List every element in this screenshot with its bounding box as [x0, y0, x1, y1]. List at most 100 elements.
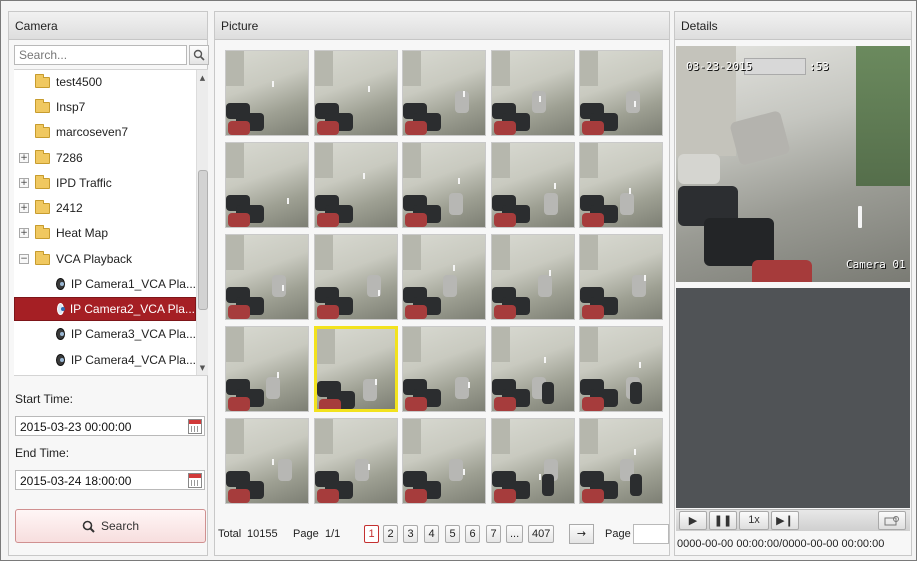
tree-item[interactable]: + IPD Traffic [14, 171, 196, 195]
thumbnail[interactable] [579, 326, 663, 412]
capture-icon [884, 516, 899, 526]
building [226, 235, 244, 270]
thumbnail[interactable] [313, 234, 398, 320]
thumbnail[interactable] [402, 326, 486, 412]
expand-icon[interactable]: + [19, 228, 29, 238]
goto-page-button[interactable]: → [569, 524, 594, 544]
page-button[interactable]: 4 [424, 525, 439, 543]
tree-item[interactable]: + Heat Map [14, 221, 196, 245]
page-button[interactable]: 7 [486, 525, 501, 543]
search-icon [193, 49, 205, 61]
thumbnail[interactable] [225, 418, 309, 504]
car [493, 397, 516, 411]
scroll-up-arrow[interactable]: ▲ [197, 72, 208, 84]
page-button[interactable]: 407 [528, 525, 555, 543]
video-time-overlay: :53 [809, 60, 829, 73]
tree-item[interactable]: +7286 [14, 146, 196, 170]
tree-scroll-thumb[interactable] [198, 170, 208, 310]
camera-search-input[interactable] [14, 45, 187, 65]
tree-item[interactable]: IP Camera4_VCA Pla... [14, 348, 196, 372]
thumbnail[interactable] [490, 326, 575, 412]
expand-icon[interactable]: + [19, 178, 29, 188]
privacy-mask [744, 58, 806, 75]
thumbnail[interactable] [490, 142, 575, 228]
calendar-icon[interactable] [188, 419, 202, 434]
car [541, 474, 554, 496]
thumbnail[interactable] [402, 234, 486, 320]
thumbnail[interactable] [313, 50, 398, 136]
thumbnail[interactable] [579, 50, 663, 136]
page-button[interactable]: 6 [465, 525, 480, 543]
scroll-down-arrow[interactable]: ▼ [197, 362, 208, 374]
expand-icon[interactable]: + [19, 153, 29, 163]
folder-icon [35, 174, 50, 189]
collapse-icon[interactable]: − [19, 254, 29, 264]
page-button[interactable]: 3 [403, 525, 418, 543]
building [403, 327, 421, 362]
thumbnail[interactable] [313, 142, 398, 228]
expand-icon[interactable]: + [19, 203, 29, 213]
tree-item-label: test4500 [56, 75, 103, 89]
camera-icon [56, 328, 65, 340]
building [580, 419, 598, 454]
building [226, 51, 244, 86]
thumbnail[interactable] [313, 418, 398, 504]
tree-item[interactable]: marcoseven7 [14, 120, 196, 144]
thumbnail[interactable] [313, 326, 398, 412]
tree-item[interactable]: +2412 [14, 196, 196, 220]
page-button[interactable]: ... [506, 525, 524, 543]
tree-scrollbar[interactable]: ▲ ▼ [196, 70, 208, 375]
thumbnail[interactable] [225, 234, 309, 320]
play-button[interactable]: ▶ [679, 511, 707, 530]
building [226, 419, 244, 454]
camera-search-button[interactable] [189, 45, 209, 65]
tree-item[interactable]: IP Camera1_VCA Pla... [14, 272, 196, 296]
page-button[interactable]: 1 [364, 525, 379, 543]
car [582, 397, 604, 411]
thumbnail[interactable] [225, 326, 309, 412]
thumbnail[interactable] [579, 234, 663, 320]
thumbnail[interactable] [490, 50, 575, 136]
car [449, 459, 463, 481]
camera-icon [56, 278, 65, 290]
page-button[interactable]: 2 [383, 525, 398, 543]
playback-window[interactable] [676, 288, 910, 508]
tree-item-label: marcoseven7 [56, 125, 129, 139]
pedestrian [277, 372, 279, 378]
tree-item[interactable]: IP Camera2_VCA Pla... [14, 297, 196, 321]
thumbnail[interactable] [579, 142, 663, 228]
thumbnail[interactable] [402, 418, 486, 504]
pedestrian [538, 96, 541, 102]
tree-item[interactable]: Insp7 [14, 95, 196, 119]
video-preview[interactable]: 03-23-2015 :53 Camera 01 [676, 46, 910, 282]
tree-item[interactable]: − VCA Playback [14, 247, 196, 271]
goto-page-input[interactable] [633, 524, 669, 544]
start-time-field[interactable]: 2015-03-23 00:00:00 [15, 416, 205, 436]
thumbnail[interactable] [579, 418, 663, 504]
step-forward-button[interactable]: ▶❙ [771, 511, 799, 530]
calendar-icon[interactable] [188, 473, 202, 488]
search-button[interactable]: Search [15, 509, 206, 543]
pause-button[interactable]: ❚❚ [709, 511, 737, 530]
building [314, 419, 333, 454]
pedestrian [458, 178, 460, 184]
capture-button[interactable] [878, 511, 906, 530]
tree-item[interactable]: test4500 [14, 70, 196, 94]
thumbnail[interactable] [402, 50, 486, 136]
thumbnail[interactable] [225, 142, 309, 228]
speed-button[interactable]: 1x [739, 511, 769, 530]
building [403, 143, 421, 178]
page-button[interactable]: 5 [445, 525, 460, 543]
car [316, 121, 339, 135]
thumbnail[interactable] [490, 418, 575, 504]
car-dark [704, 218, 774, 266]
thumbnail[interactable] [490, 234, 575, 320]
app-window: Camera ▲ ▼ test4500 Insp7 marcoseven7 +7286… [0, 0, 917, 561]
tree-item[interactable]: IP Camera3_VCA Pla... [14, 322, 196, 346]
car [228, 397, 250, 411]
folder-icon [35, 224, 50, 239]
thumbnail[interactable] [225, 50, 309, 136]
end-time-field[interactable]: 2015-03-24 18:00:00 [15, 470, 205, 490]
folder-icon [35, 199, 50, 214]
thumbnail[interactable] [402, 142, 486, 228]
